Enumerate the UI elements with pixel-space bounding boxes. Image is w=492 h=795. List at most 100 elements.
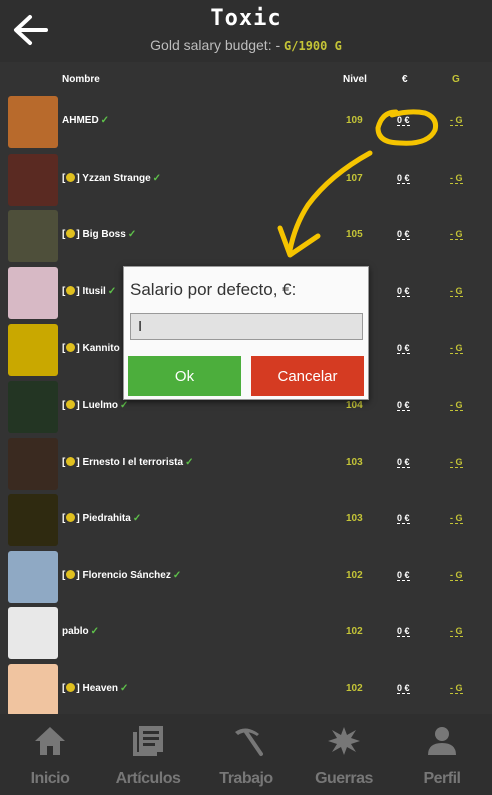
- euro-salary-link[interactable]: 0 €: [397, 457, 410, 468]
- gold-salary-link[interactable]: - G: [450, 286, 463, 297]
- player-name-text: Kannito: [82, 343, 120, 354]
- player-level: 103: [346, 513, 363, 524]
- profile-icon: [428, 727, 456, 755]
- gold-salary-link[interactable]: - G: [450, 457, 463, 468]
- euro-salary-link[interactable]: 0 €: [397, 286, 410, 297]
- clan-icon: [66, 229, 76, 238]
- avatar: [8, 438, 58, 490]
- nav-articulos[interactable]: Artículos: [99, 714, 197, 795]
- clan-tag-open: [: [62, 173, 66, 184]
- euro-salary-link[interactable]: 0 €: [397, 173, 410, 184]
- verified-check-icon: ✓: [127, 229, 137, 240]
- player-name-text: Florencio Sánchez: [82, 570, 171, 581]
- articles-icon: [133, 726, 163, 756]
- clan-icon: [66, 683, 76, 692]
- avatar: [8, 551, 58, 603]
- player-name-text: Itusil: [82, 286, 106, 297]
- header: Toxic Gold salary budget: - G/1900 G: [0, 0, 492, 62]
- gold-salary-link[interactable]: - G: [450, 400, 463, 411]
- salary-input[interactable]: [130, 313, 363, 340]
- euro-salary-link[interactable]: 0 €: [397, 626, 410, 637]
- gold-budget-subtitle: Gold salary budget: - G/1900 G: [0, 37, 492, 53]
- nav-inicio[interactable]: Inicio: [1, 714, 99, 795]
- euro-salary-link[interactable]: 0 €: [397, 229, 410, 240]
- column-level: Nivel: [343, 74, 367, 85]
- table-row[interactable]: [] Heaven ✓ 102 0 € - G: [0, 663, 492, 714]
- budget-label: Gold salary budget: -: [150, 37, 285, 53]
- table-row[interactable]: [] Big Boss ✓ 105 0 € - G: [0, 209, 492, 265]
- gold-salary-link[interactable]: - G: [450, 343, 463, 354]
- player-name[interactable]: [] Yzzan Strange ✓: [62, 173, 161, 184]
- player-level: 104: [346, 400, 363, 411]
- clan-tag-close: ]: [76, 457, 80, 468]
- player-name[interactable]: [] Heaven ✓: [62, 683, 128, 694]
- player-name-text: Ernesto I el terrorista: [82, 457, 184, 468]
- euro-salary-link[interactable]: 0 €: [397, 400, 410, 411]
- clan-tag-open: [: [62, 570, 66, 581]
- table-row[interactable]: [] Yzzan Strange ✓ 107 0 € - G: [0, 153, 492, 209]
- player-level: 107: [346, 173, 363, 184]
- table-row[interactable]: pablo ✓ 102 0 € - G: [0, 606, 492, 662]
- player-level: 102: [346, 570, 363, 581]
- player-name[interactable]: AHMED ✓: [62, 115, 109, 126]
- euro-salary-link[interactable]: 0 €: [397, 115, 410, 126]
- verified-check-icon: ✓: [120, 683, 129, 694]
- nav-trabajo[interactable]: Trabajo: [197, 714, 295, 795]
- column-name: Nombre: [62, 74, 100, 85]
- table-row[interactable]: [] Ernesto I el terrorista ✓ 103 0 € - G: [0, 437, 492, 493]
- player-name-text: Big Boss: [82, 229, 126, 240]
- nav-perfil[interactable]: Perfil: [393, 714, 491, 795]
- clan-tag-open: [: [62, 229, 66, 240]
- clan-tag-open: [: [62, 343, 66, 354]
- nav-guerras[interactable]: Guerras: [295, 714, 393, 795]
- nav-label: Artículos: [115, 770, 181, 787]
- player-name[interactable]: [] Big Boss ✓: [62, 229, 136, 240]
- clan-tag-close: ]: [76, 513, 80, 524]
- player-name[interactable]: [] Itusil ✓: [62, 286, 116, 297]
- gold-salary-link[interactable]: - G: [450, 570, 463, 581]
- gold-salary-link[interactable]: - G: [450, 683, 463, 694]
- table-row[interactable]: [] Florencio Sánchez ✓ 102 0 € - G: [0, 550, 492, 606]
- avatar: [8, 607, 58, 659]
- clan-tag-open: [: [62, 683, 66, 694]
- euro-salary-link[interactable]: 0 €: [397, 570, 410, 581]
- verified-check-icon: ✓: [172, 570, 182, 581]
- euro-salary-link[interactable]: 0 €: [397, 343, 410, 354]
- table-row[interactable]: AHMED ✓ 109 0 € - G: [0, 95, 492, 151]
- verified-check-icon: ✓: [90, 626, 100, 637]
- player-name[interactable]: [] Luelmo ✓: [62, 400, 128, 411]
- clan-icon: [66, 457, 76, 466]
- verified-check-icon: ✓: [100, 115, 110, 126]
- cancel-button[interactable]: Cancelar: [251, 356, 364, 396]
- clan-tag-open: [: [62, 400, 66, 411]
- clan-tag-close: ]: [76, 570, 80, 581]
- avatar: [8, 494, 58, 546]
- player-name[interactable]: [] Florencio Sánchez ✓: [62, 570, 181, 581]
- player-name[interactable]: pablo ✓: [62, 626, 99, 637]
- clan-icon: [66, 286, 76, 295]
- player-name-text: Luelmo: [82, 400, 119, 411]
- gold-salary-link[interactable]: - G: [450, 229, 463, 240]
- dialog-label: Salario por defecto, €:: [130, 280, 297, 299]
- gold-salary-link[interactable]: - G: [450, 626, 463, 637]
- player-name[interactable]: [] Piedrahita ✓: [62, 513, 141, 524]
- euro-salary-link[interactable]: 0 €: [397, 513, 410, 524]
- player-name[interactable]: [] Ernesto I el terrorista ✓: [62, 457, 193, 468]
- ok-button[interactable]: Ok: [128, 356, 241, 396]
- gold-salary-link[interactable]: - G: [450, 173, 463, 184]
- nav-label: Inicio: [30, 770, 70, 787]
- verified-check-icon: ✓: [120, 400, 129, 411]
- gold-salary-link[interactable]: - G: [450, 115, 463, 126]
- euro-salary-link[interactable]: 0 €: [397, 683, 410, 694]
- salary-dialog: Salario por defecto, €: Ok Cancelar: [123, 266, 369, 400]
- player-name[interactable]: [] Kannito✓: [62, 343, 130, 354]
- verified-check-icon: ✓: [107, 286, 117, 297]
- verified-check-icon: ✓: [132, 513, 142, 524]
- table-row[interactable]: [] Piedrahita ✓ 103 0 € - G: [0, 493, 492, 549]
- player-name-text: Piedrahita: [82, 513, 131, 524]
- page-title: Toxic: [210, 6, 282, 31]
- gold-salary-link[interactable]: - G: [450, 513, 463, 524]
- player-level: 102: [346, 683, 363, 694]
- clan-tag-close: ]: [76, 173, 80, 184]
- budget-value: G/1900 G: [284, 39, 342, 53]
